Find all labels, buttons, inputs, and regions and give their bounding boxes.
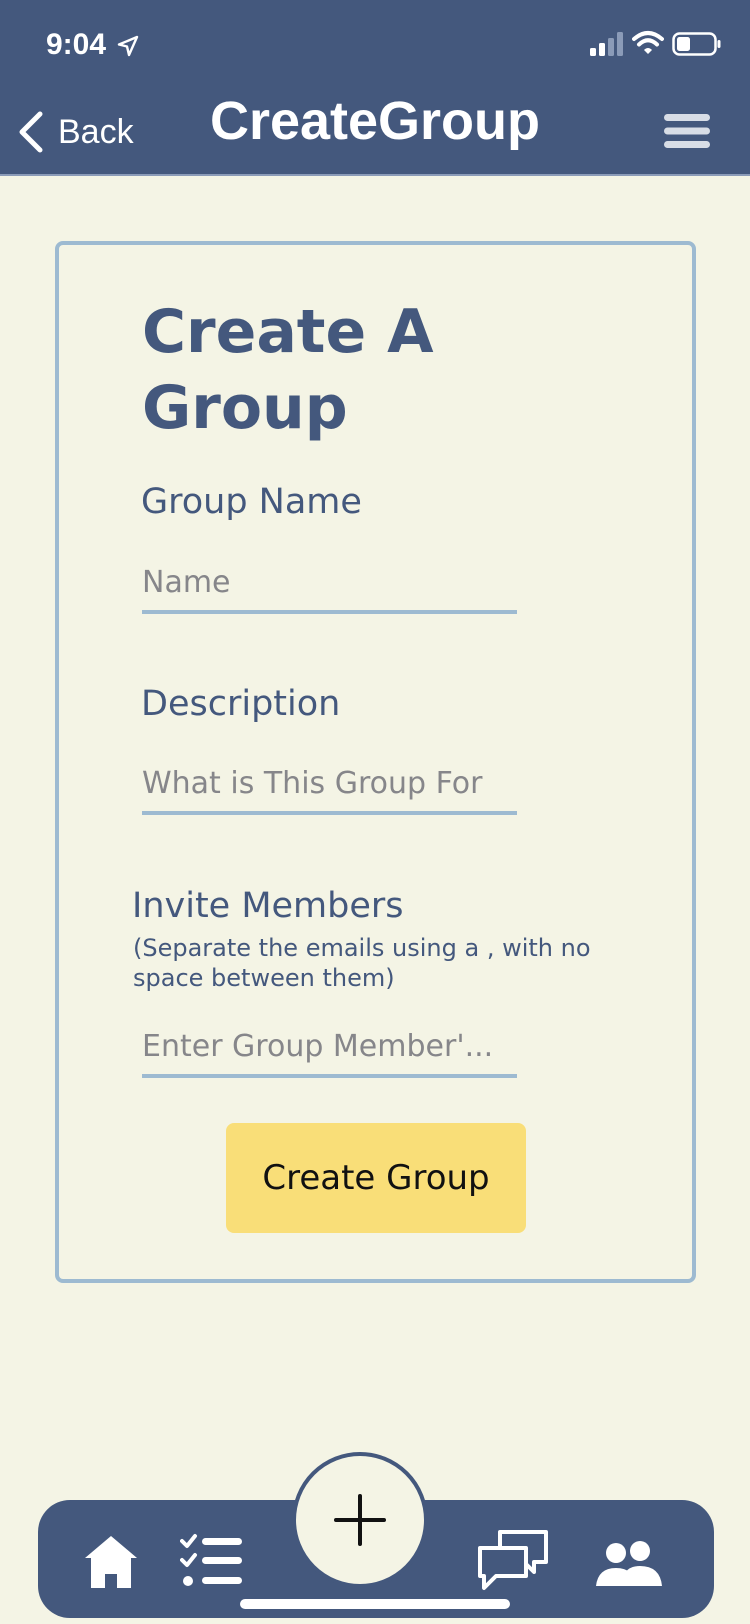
page-title: CreateGroup: [209, 91, 541, 151]
description-input[interactable]: [142, 755, 517, 815]
invite-members-input[interactable]: [142, 1018, 517, 1078]
hamburger-menu-icon[interactable]: [664, 112, 710, 150]
people-icon[interactable]: [596, 1540, 664, 1586]
group-name-input[interactable]: [142, 554, 517, 614]
invite-members-label: Invite Members: [132, 886, 404, 926]
description-label: Description: [141, 684, 341, 724]
location-arrow-icon: [117, 35, 139, 57]
form-heading: Create A Group: [142, 297, 434, 443]
invite-members-hint: (Separate the emails using a , with no s…: [133, 934, 591, 992]
create-group-button[interactable]: Create Group: [226, 1123, 526, 1233]
home-indicator: [240, 1599, 510, 1609]
home-icon[interactable]: [84, 1534, 138, 1590]
wifi-icon: [632, 31, 664, 54]
nav-header: 9:04 Back CreateGroup: [0, 0, 750, 176]
cellular-signal-icon: [590, 32, 623, 56]
group-name-label: Group Name: [141, 482, 362, 522]
battery-icon: [672, 32, 721, 56]
add-icon: [334, 1494, 386, 1546]
status-time: 9:04: [46, 28, 107, 61]
checklist-icon[interactable]: [180, 1533, 244, 1589]
add-button[interactable]: [292, 1452, 428, 1588]
chat-icon[interactable]: [476, 1528, 550, 1592]
